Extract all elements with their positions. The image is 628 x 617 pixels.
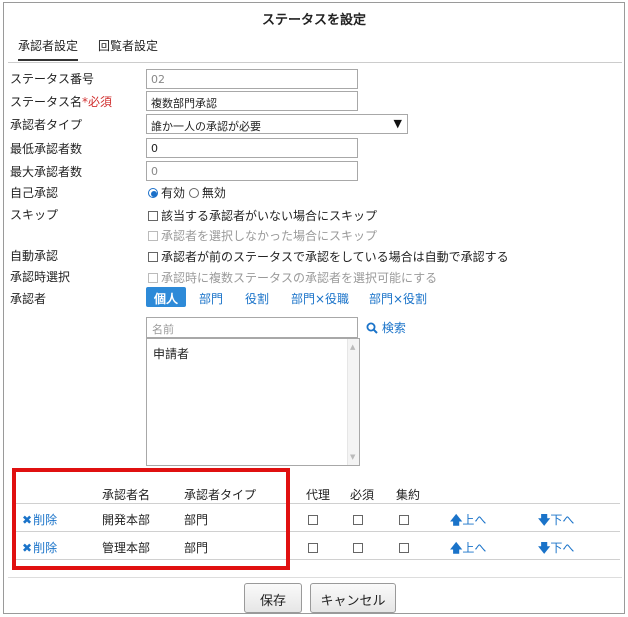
highlight-box xyxy=(12,468,290,570)
min-approvers-label: 最低承認者数 xyxy=(10,142,83,156)
skip-label: スキップ xyxy=(10,208,59,222)
listbox-scrollbar[interactable]: ▲ ▼ xyxy=(347,339,359,465)
radio-enabled-label: 有効 xyxy=(161,186,186,200)
proxy-checkbox-row-1[interactable] xyxy=(308,513,321,527)
proxy-checkbox-row-2[interactable] xyxy=(308,541,321,555)
skip-not-selected-checkbox xyxy=(148,231,158,241)
column-header-aggregate: 集約 xyxy=(396,488,421,502)
skip-no-approver-option[interactable]: 該当する承認者がいない場合にスキップ xyxy=(148,207,377,224)
arrow-up-icon: 🡅 xyxy=(450,513,463,527)
radio-enabled-button[interactable] xyxy=(148,188,158,198)
arrow-up-icon: 🡅 xyxy=(450,541,463,555)
segment-role[interactable]: 役割 xyxy=(245,287,269,307)
radio-disabled[interactable]: 無効 xyxy=(188,186,226,200)
skip-not-selected-option: 承認者を選択しなかった場合にスキップ xyxy=(148,227,377,244)
aggregate-checkbox-row-2[interactable] xyxy=(399,541,412,555)
radio-enabled[interactable]: 有効 xyxy=(148,186,185,200)
radio-disabled-button[interactable] xyxy=(188,188,199,198)
select-on-approval-label: 承認時選択 xyxy=(10,270,71,284)
status-name-label: ステータス名*必須 xyxy=(10,93,112,110)
move-down-row-1[interactable]: 🡇下へ xyxy=(538,511,574,532)
auto-approval-checkbox[interactable] xyxy=(148,252,158,262)
approver-search-input[interactable]: 名前 xyxy=(146,317,358,338)
skip-no-approver-checkbox[interactable] xyxy=(148,211,158,221)
proxy-checkbox[interactable] xyxy=(308,543,318,553)
auto-approval-text: 承認者が前のステータスで承認をしている場合は自動で承認する xyxy=(161,250,509,264)
proxy-checkbox[interactable] xyxy=(308,515,318,525)
max-approvers-field: 0 xyxy=(146,161,358,181)
column-header-required: 必須 xyxy=(350,488,375,502)
skip-no-approver-text: 該当する承認者がいない場合にスキップ xyxy=(161,209,378,223)
segment-individual[interactable]: 個人 xyxy=(146,287,187,307)
search-button[interactable]: 検索 xyxy=(366,319,406,336)
required-checkbox-row-1[interactable] xyxy=(353,513,366,527)
select-on-approval-text: 承認時に複数ステータスの承認者を選択可能にする xyxy=(161,271,438,285)
scroll-up-icon[interactable]: ▲ xyxy=(350,343,355,351)
auto-approval-option[interactable]: 承認者が前のステータスで承認をしている場合は自動で承認する xyxy=(148,248,509,265)
status-number-field: 02 xyxy=(146,69,358,89)
move-up-row-2[interactable]: 🡅上へ xyxy=(450,539,486,560)
select-on-approval-checkbox xyxy=(148,273,158,283)
approver-label: 承認者 xyxy=(10,292,47,306)
move-up-label: 上へ xyxy=(462,513,487,527)
min-approvers-input[interactable]: 0 xyxy=(146,138,358,158)
radio-disabled-label: 無効 xyxy=(201,186,226,200)
footer-divider xyxy=(8,577,622,578)
tab-divider xyxy=(8,62,622,63)
scroll-down-icon[interactable]: ▼ xyxy=(350,453,355,461)
triangle-down-icon: ▼ xyxy=(393,117,402,130)
self-approval-options: 有効 無効 xyxy=(148,184,226,201)
move-down-label: 下へ xyxy=(550,541,575,555)
required-checkbox-row-2[interactable] xyxy=(353,541,366,555)
max-approvers-label: 最大承認者数 xyxy=(10,165,83,179)
move-up-label: 上へ xyxy=(462,541,487,555)
move-down-label: 下へ xyxy=(550,513,575,527)
aggregate-checkbox-row-1[interactable] xyxy=(399,513,412,527)
skip-not-selected-text: 承認者を選択しなかった場合にスキップ xyxy=(161,229,378,243)
segment-department[interactable]: 部門 xyxy=(199,287,223,307)
self-approval-label: 自己承認 xyxy=(10,186,59,200)
tab-circulation-settings[interactable]: 回覧者設定 xyxy=(98,37,158,54)
search-icon xyxy=(366,322,378,334)
status-name-label-text: ステータス名 xyxy=(10,95,83,109)
tab-approver-settings[interactable]: 承認者設定 xyxy=(18,37,79,61)
move-up-row-1[interactable]: 🡅上へ xyxy=(450,511,486,532)
approver-type-value: 誰か一人の承認が必要 xyxy=(151,120,261,133)
candidate-item[interactable]: 申請者 xyxy=(153,345,189,362)
auto-approval-label: 自動承認 xyxy=(10,249,59,263)
approver-type-label: 承認者タイプ xyxy=(10,118,83,132)
required-checkbox[interactable] xyxy=(353,543,363,553)
required-checkbox[interactable] xyxy=(353,515,363,525)
save-button[interactable]: 保存 xyxy=(244,583,302,613)
dialog-title: ステータスを設定 xyxy=(261,13,366,28)
column-header-proxy: 代理 xyxy=(306,488,331,502)
search-button-label: 検索 xyxy=(381,321,406,335)
candidate-listbox[interactable]: 申請者 ▲ ▼ xyxy=(146,338,360,466)
aggregate-checkbox[interactable] xyxy=(399,515,409,525)
status-name-input[interactable]: 複数部門承認 xyxy=(146,91,358,111)
cancel-button[interactable]: キャンセル xyxy=(310,583,396,613)
approver-type-select[interactable]: 誰か一人の承認が必要 ▼ xyxy=(146,114,408,134)
segment-department-role[interactable]: 部門×役割 xyxy=(369,287,427,307)
aggregate-checkbox[interactable] xyxy=(399,543,409,553)
arrow-down-icon: 🡇 xyxy=(538,541,551,555)
move-down-row-2[interactable]: 🡇下へ xyxy=(538,539,574,560)
segment-department-position[interactable]: 部門×役職 xyxy=(291,287,349,307)
status-number-label: ステータス番号 xyxy=(10,72,95,86)
arrow-down-icon: 🡇 xyxy=(538,513,551,527)
status-settings-dialog: ステータスを設定 承認者設定 回覧者設定 ステータス番号 02 ステータス名*必… xyxy=(3,2,625,614)
required-mark: *必須 xyxy=(82,95,113,109)
select-on-approval-option: 承認時に複数ステータスの承認者を選択可能にする xyxy=(148,269,437,286)
